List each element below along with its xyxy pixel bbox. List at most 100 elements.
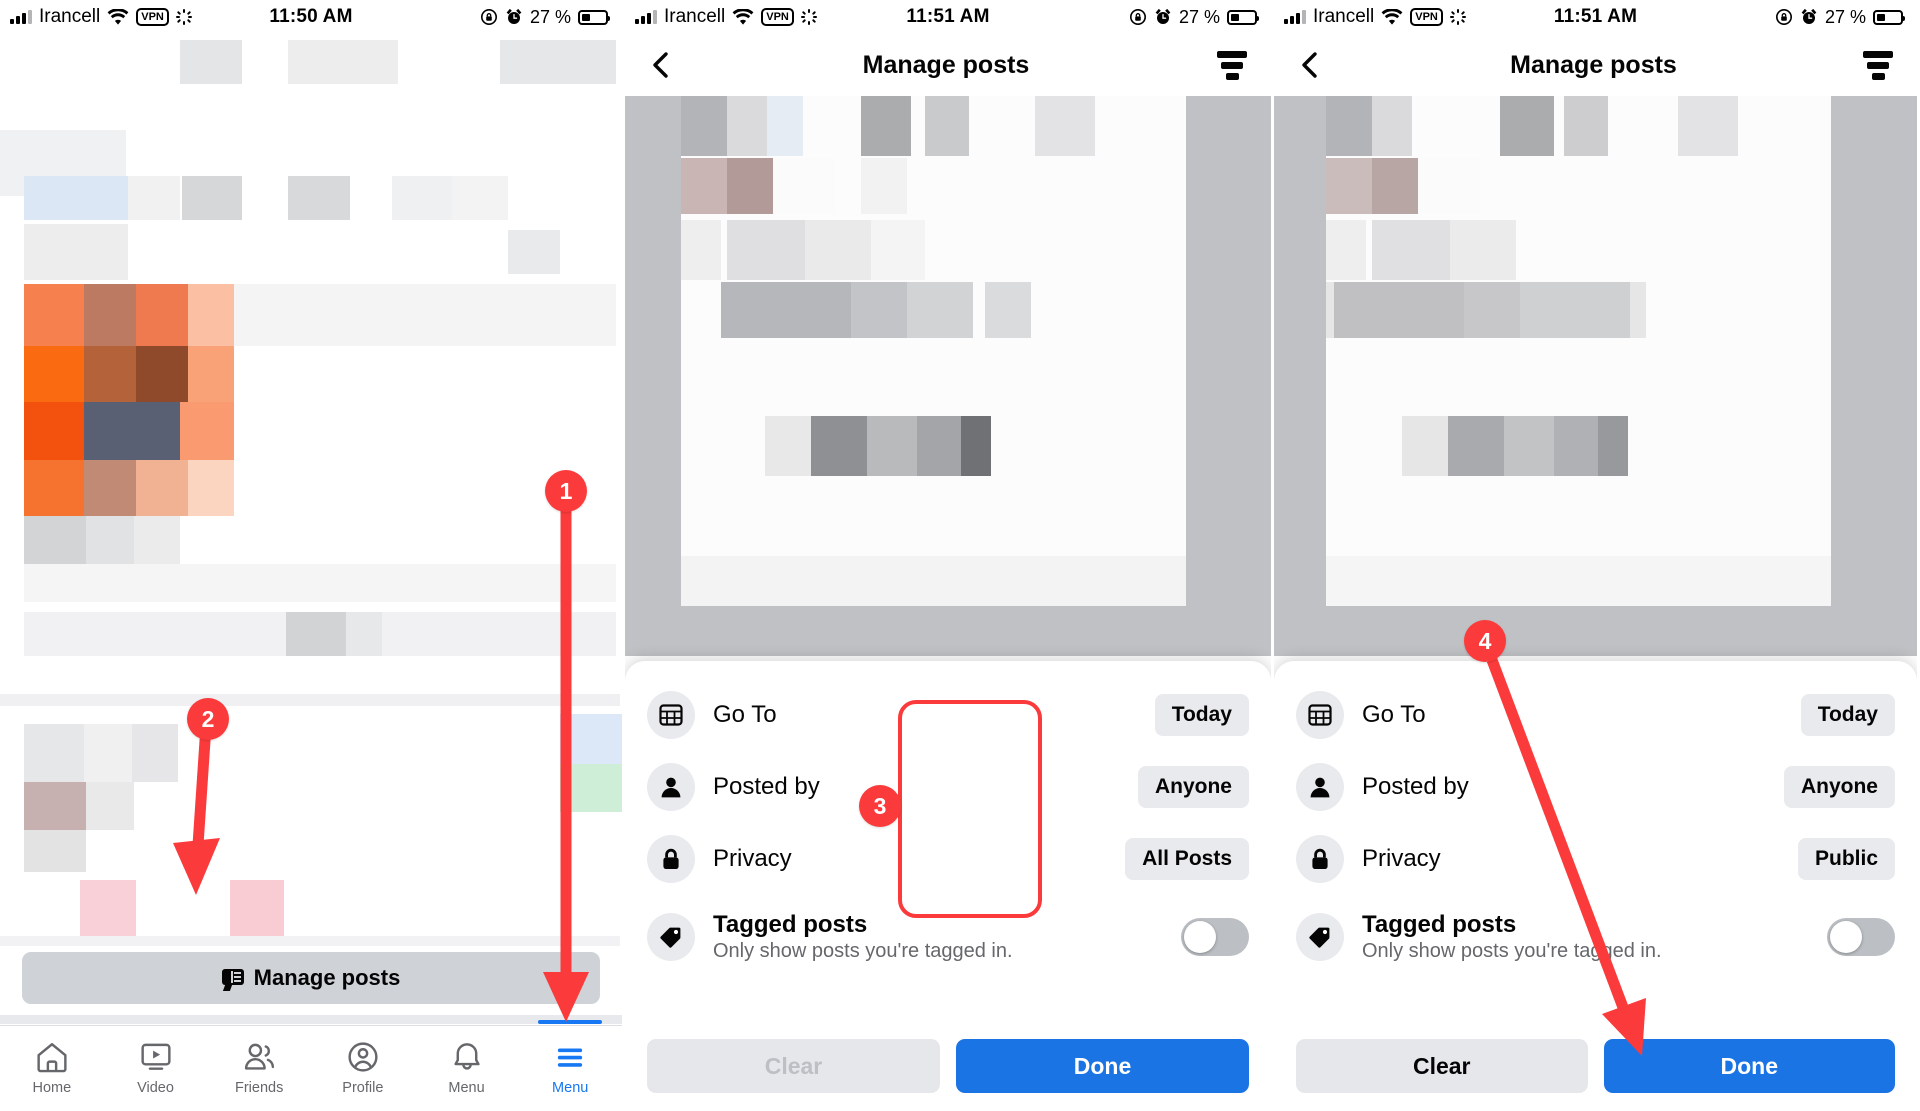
filter-sheet-panel3: Go To Today Posted by Anyone Privacy Pub… <box>1274 661 1917 1111</box>
tab-video[interactable]: Video <box>104 1041 208 1096</box>
filter-value-goto[interactable]: Today <box>1154 694 1249 736</box>
clear-button[interactable]: Clear <box>647 1039 940 1093</box>
manage-posts-label: Manage posts <box>253 965 401 990</box>
tagged-posts-title: Tagged posts <box>1362 911 1517 939</box>
signal-bars-icon <box>1284 10 1306 24</box>
battery-icon <box>578 9 610 25</box>
alarm-clock-icon <box>1801 8 1817 24</box>
sync-spinner-icon <box>800 9 817 25</box>
done-button[interactable]: Done <box>1603 1039 1895 1093</box>
manage-posts-icon <box>221 968 244 991</box>
bottom-tab-bar: Home Video Friends Profile Menu Menu <box>0 1020 622 1111</box>
filter-value-privacy[interactable]: All Posts <box>1125 838 1249 880</box>
wifi-icon <box>732 8 754 25</box>
tab-notifications[interactable]: Menu <box>415 1041 519 1096</box>
rotation-lock-icon <box>1775 9 1792 25</box>
status-bar-panel1: Irancell VPN 11:50 AM 27 % <box>0 0 622 34</box>
battery-percent-label: 27 % <box>1824 6 1866 27</box>
chevron-left-icon[interactable] <box>1296 50 1326 80</box>
blurred-posts-grid <box>625 96 1271 656</box>
filter-row-tagged-posts[interactable]: Tagged posts Only show posts you're tagg… <box>647 895 1249 979</box>
carrier-label: Irancell <box>664 6 726 27</box>
hamburger-menu-icon <box>558 1048 583 1067</box>
panel-manage-posts-done: Irancell VPN 11:51 AM 27 % Manage posts … <box>1271 0 1917 1111</box>
battery-percent-label: 27 % <box>529 6 571 27</box>
carrier-label: Irancell <box>39 6 101 27</box>
tutorial-screenshot-board: Irancell VPN 11:50 AM 27 % Manage posts … <box>0 0 1920 1111</box>
tab-notifications-label: Menu <box>448 1080 485 1096</box>
status-right-group: 27 % <box>480 6 610 28</box>
profile-icon <box>348 1042 378 1072</box>
person-icon <box>647 763 695 811</box>
filter-row-posted-by[interactable]: Posted by Anyone <box>1296 751 1895 823</box>
status-bar-panel2: Irancell VPN 11:51 AM 27 % <box>625 0 1271 34</box>
battery-percent-label: 27 % <box>1178 6 1220 27</box>
filter-row-goto[interactable]: Go To Today <box>647 679 1249 751</box>
calendar-icon <box>1296 691 1344 739</box>
status-right-group: 27 % <box>1775 6 1905 28</box>
filter-row-privacy[interactable]: Privacy Public <box>1296 823 1895 895</box>
status-left-group: Irancell VPN <box>10 6 192 28</box>
filter-value-privacy[interactable]: Public <box>1797 838 1895 880</box>
video-icon <box>140 1043 171 1070</box>
tab-home-label: Home <box>32 1080 72 1096</box>
tagged-posts-subtitle: Only show posts you're tagged in. <box>1362 939 1662 962</box>
home-icon <box>37 1043 67 1073</box>
tag-icon <box>647 913 695 961</box>
filter-label-goto: Go To <box>1362 701 1426 728</box>
feed-divider <box>0 1015 622 1024</box>
filter-row-goto[interactable]: Go To Today <box>1296 679 1895 751</box>
sheet-actions-panel3: Clear Done <box>1296 1039 1895 1093</box>
tagged-posts-subtitle: Only show posts you're tagged in. <box>713 939 1013 962</box>
tab-menu[interactable]: Menu <box>518 1020 622 1096</box>
rotation-lock-icon <box>1129 9 1146 25</box>
wifi-icon <box>107 8 129 25</box>
tab-profile-label: Profile <box>342 1080 384 1096</box>
alarm-clock-icon <box>1155 8 1171 24</box>
tagged-posts-text: Tagged posts Only show posts you're tagg… <box>1362 911 1662 963</box>
tag-icon <box>1296 913 1344 961</box>
tab-friends-label: Friends <box>235 1080 284 1096</box>
manage-posts-button[interactable]: Manage posts <box>22 952 600 1004</box>
tab-home[interactable]: Home <box>0 1041 104 1096</box>
rotation-lock-icon <box>480 9 497 25</box>
blurred-posts-grid <box>1274 96 1917 656</box>
calendar-icon <box>647 691 695 739</box>
tagged-posts-toggle[interactable] <box>1827 918 1895 956</box>
status-left-group: Irancell VPN <box>1284 6 1466 28</box>
nav-bar-panel3: Manage posts <box>1274 34 1917 96</box>
chevron-left-icon[interactable] <box>647 50 677 80</box>
tagged-posts-toggle[interactable] <box>1181 918 1249 956</box>
alarm-clock-icon <box>506 8 522 24</box>
filter-label-posted-by: Posted by <box>713 773 820 800</box>
wifi-icon <box>1381 8 1403 25</box>
manage-posts-row: Manage posts <box>0 952 622 1010</box>
signal-bars-icon <box>635 10 657 24</box>
friends-icon <box>245 1043 275 1070</box>
tab-menu-label: Menu <box>552 1080 589 1096</box>
page-title: Manage posts <box>1510 50 1677 79</box>
sync-spinner-icon <box>1449 9 1466 25</box>
sheet-actions-panel2: Clear Done <box>647 1039 1249 1093</box>
filter-funnel-icon[interactable] <box>1861 50 1895 80</box>
filter-value-posted-by[interactable]: Anyone <box>1137 766 1249 808</box>
clear-button[interactable]: Clear <box>1296 1039 1588 1093</box>
filter-label-posted-by: Posted by <box>1362 773 1469 800</box>
filter-row-privacy[interactable]: Privacy All Posts <box>647 823 1249 895</box>
done-button[interactable]: Done <box>956 1039 1249 1093</box>
tab-video-label: Video <box>137 1080 174 1096</box>
status-right-group: 27 % <box>1129 6 1259 28</box>
filter-funnel-icon[interactable] <box>1215 50 1249 80</box>
vpn-badge-icon: VPN <box>1410 8 1443 26</box>
tab-profile[interactable]: Profile <box>311 1041 415 1096</box>
lock-icon <box>647 835 695 883</box>
filter-row-tagged-posts[interactable]: Tagged posts Only show posts you're tagg… <box>1296 895 1895 979</box>
nav-bar-panel2: Manage posts <box>625 34 1271 96</box>
battery-icon <box>1227 9 1259 25</box>
filter-value-goto[interactable]: Today <box>1800 694 1895 736</box>
lock-icon <box>1296 835 1344 883</box>
filter-value-posted-by[interactable]: Anyone <box>1783 766 1895 808</box>
panel-facebook-menu: Irancell VPN 11:50 AM 27 % Manage posts … <box>0 0 622 1111</box>
tab-friends[interactable]: Friends <box>207 1041 311 1096</box>
filter-row-posted-by[interactable]: Posted by Anyone <box>647 751 1249 823</box>
